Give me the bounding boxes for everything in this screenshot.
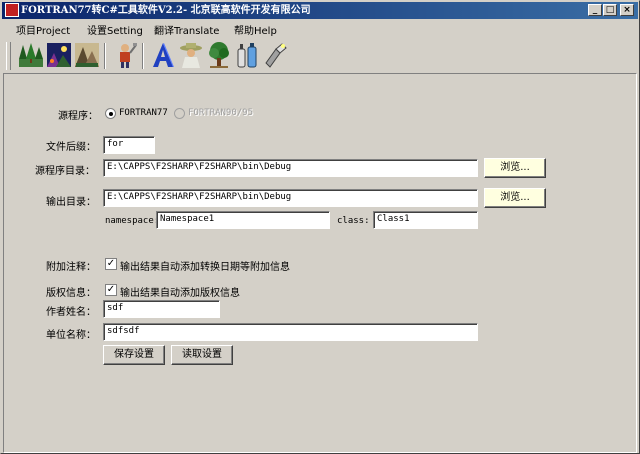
fortran77-label[interactable]: FORTRAN77 xyxy=(119,108,168,118)
trees-icon[interactable] xyxy=(18,41,44,69)
flashlight-icon[interactable] xyxy=(262,41,288,69)
title-bar[interactable]: FORTRAN77转C#工具软件V2.2- 北京联高软件开发有限公司 _ □ × xyxy=(2,2,638,19)
comment-label: 附加注释： xyxy=(46,262,96,273)
namespace-label: namespace: xyxy=(105,216,160,226)
minimize-button[interactable]: _ xyxy=(588,4,602,16)
save-settings-button[interactable]: 保存设置 xyxy=(103,345,165,365)
window-title: FORTRAN77转C#工具软件V2.2- 北京联高软件开发有限公司 xyxy=(21,5,311,16)
menu-project[interactable]: 项目Project xyxy=(16,22,70,37)
toolbar-separator xyxy=(142,43,144,69)
load-settings-button[interactable]: 读取设置 xyxy=(171,345,233,365)
namespace-input[interactable]: Namespace1 xyxy=(156,211,330,229)
maximize-button[interactable]: □ xyxy=(603,4,617,16)
main-window: FORTRAN77转C#工具软件V2.2- 北京联高软件开发有限公司 _ □ ×… xyxy=(0,0,640,454)
hat-person-icon[interactable] xyxy=(178,41,204,69)
menu-help[interactable]: 帮助Help xyxy=(234,22,277,37)
radio-dot xyxy=(109,112,113,116)
tree-icon[interactable] xyxy=(206,41,232,69)
menu-bar: 项目Project 设置Setting 翻译Translate 帮助Help xyxy=(1,20,639,38)
landscape-icon[interactable] xyxy=(74,41,100,69)
bottles-icon[interactable] xyxy=(234,41,260,69)
letter-a-icon[interactable] xyxy=(150,41,176,69)
comment-checkbox[interactable]: ✓ xyxy=(105,258,117,270)
author-label: 作者姓名： xyxy=(46,307,96,318)
copyright-checkbox[interactable]: ✓ xyxy=(105,284,117,296)
company-input[interactable]: sdfsdf xyxy=(103,323,478,341)
menu-setting[interactable]: 设置Setting xyxy=(87,22,143,37)
suffix-input[interactable]: for xyxy=(103,136,155,154)
output-dir-input[interactable]: E:\CAPPS\F2SHARP\F2SHARP\bin\Debug xyxy=(103,189,478,207)
copyright-check-label[interactable]: 输出结果自动添加版权信息 xyxy=(120,284,240,299)
browse-source-button[interactable]: 浏览... xyxy=(484,158,546,178)
toolbar-grip[interactable] xyxy=(6,42,11,70)
output-dir-label: 输出目录： xyxy=(46,197,96,208)
browse-output-button[interactable]: 浏览... xyxy=(484,188,546,208)
source-dir-input[interactable]: E:\CAPPS\F2SHARP\F2SHARP\bin\Debug xyxy=(103,159,478,177)
copyright-label: 版权信息： xyxy=(46,288,96,299)
comment-check-label[interactable]: 输出结果自动添加转换日期等附加信息 xyxy=(120,258,290,273)
fortran90-label: FORTRAN90/95 xyxy=(188,108,254,118)
class-input[interactable]: Class1 xyxy=(373,211,478,229)
close-button[interactable]: × xyxy=(620,4,634,16)
class-label: class: xyxy=(337,216,370,226)
menu-translate[interactable]: 翻译Translate xyxy=(154,22,219,37)
toolbar-separator xyxy=(104,43,106,69)
fortran90-radio[interactable] xyxy=(174,108,185,119)
author-input[interactable]: sdf xyxy=(103,300,220,318)
fortran77-radio[interactable] xyxy=(105,108,116,119)
night-scene-icon[interactable] xyxy=(46,41,72,69)
source-label: 源程序： xyxy=(58,111,98,122)
worker-icon[interactable] xyxy=(112,41,138,69)
app-icon xyxy=(5,3,19,17)
suffix-label: 文件后缀： xyxy=(46,142,96,153)
company-label: 单位名称： xyxy=(46,330,96,341)
toolbar xyxy=(4,40,636,72)
source-dir-label: 源程序目录： xyxy=(35,166,95,177)
settings-panel xyxy=(3,73,637,453)
